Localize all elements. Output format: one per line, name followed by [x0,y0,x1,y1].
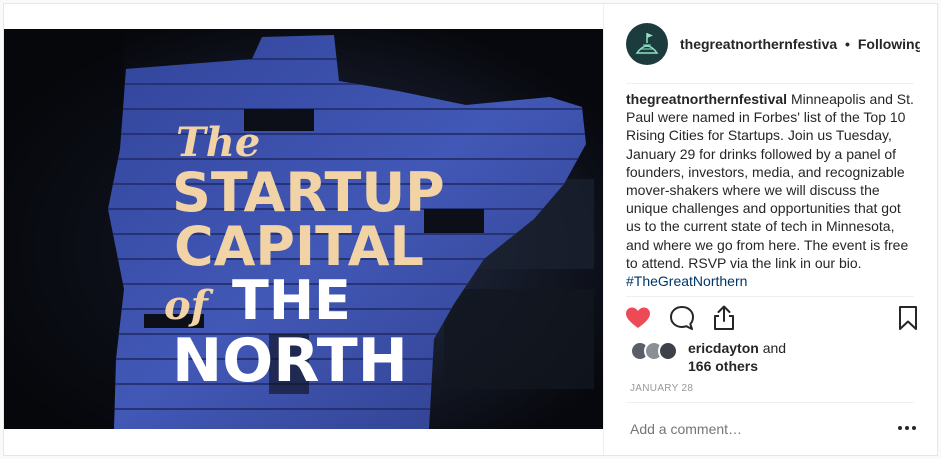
sign-the-text: The [176,119,260,166]
liker-avatars[interactable] [630,341,684,361]
comment-input[interactable] [630,418,890,440]
header-username[interactable]: thegreatnorthernfestiva [680,36,837,52]
likes-summary: ericdayton and 166 others [630,339,920,379]
likes-others-link[interactable]: 166 others [688,358,758,374]
header-separator-dot: • [845,35,850,52]
following-button[interactable]: Following [858,36,920,52]
caption-hashtag[interactable]: #TheGreatNorthern [626,273,747,289]
bookmark-icon[interactable] [894,304,922,332]
sign-the-caps-text: THE [232,269,351,332]
caption-text: Minneapolis and St. Paul were named in F… [626,91,914,271]
post-header: thegreatnorthernfestiva • Following [604,4,939,83]
share-icon[interactable] [710,304,738,332]
likes-text: ericdayton and 166 others [688,339,908,375]
caption-username[interactable]: thegreatnorthernfestival [626,91,787,107]
sign-of-text: of [164,282,214,329]
header-text: thegreatnorthernfestiva • Following [680,36,920,52]
post-sidebar: thegreatnorthernfestiva • Following theg… [603,4,938,455]
festival-logo-icon [635,32,659,54]
more-options-icon[interactable] [897,422,917,434]
header-divider [626,83,914,84]
post-image[interactable]: The STARTUP CAPITAL of THE NORTH [4,29,603,429]
post-caption: thegreatnorthernfestival Minneapolis and… [626,90,918,290]
liker-avatar-3 [658,341,678,361]
caption-divider [626,296,914,297]
instagram-post: The STARTUP CAPITAL of THE NORTH thegrea… [3,3,938,456]
startup-capital-sign-photo: The STARTUP CAPITAL of THE NORTH [4,29,603,429]
comment-icon[interactable] [668,304,696,332]
heart-icon[interactable] [624,304,652,332]
account-avatar[interactable] [626,22,668,65]
post-actions [626,304,918,334]
post-date[interactable]: JANUARY 28 [630,383,693,394]
comment-divider [626,402,914,403]
liked-by-user[interactable]: ericdayton [688,340,759,356]
likes-connector: and [762,340,787,356]
sign-north-text: NORTH [172,326,408,396]
